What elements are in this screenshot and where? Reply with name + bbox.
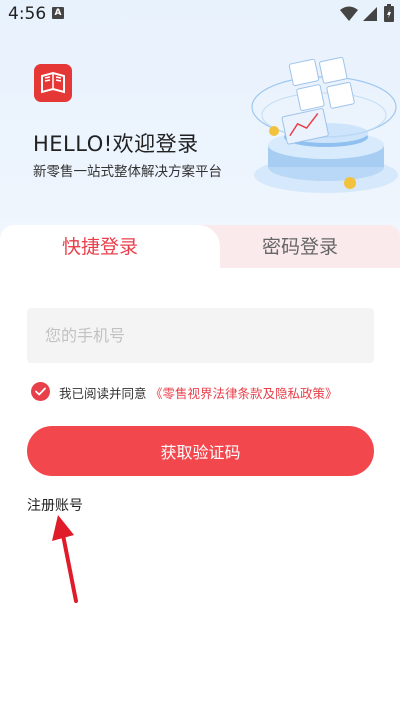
notification-icon: A bbox=[52, 7, 64, 19]
logo-icon bbox=[41, 71, 65, 94]
check-icon[interactable] bbox=[31, 382, 50, 401]
get-code-button[interactable]: 获取验证码 bbox=[27, 426, 374, 476]
app-logo bbox=[34, 64, 72, 102]
privacy-policy-link[interactable]: 《零售视界法律条款及隐私政策》 bbox=[150, 383, 338, 402]
signal-icon bbox=[363, 7, 377, 21]
page-subtitle: 新零售一站式整体解决方案平台 bbox=[33, 164, 222, 180]
phone-input[interactable] bbox=[27, 308, 374, 363]
status-time: 4:56 bbox=[8, 4, 47, 24]
tab-quick-login-label: 快捷登录 bbox=[61, 236, 138, 258]
tab-password-login-label: 密码登录 bbox=[261, 236, 338, 258]
agreement-text: 我已阅读并同意 bbox=[59, 386, 147, 401]
arrow-icon bbox=[52, 515, 78, 603]
hero-illustration bbox=[251, 56, 398, 193]
register-link[interactable]: 注册账号 bbox=[27, 495, 83, 515]
wifi-icon bbox=[340, 6, 358, 21]
status-bar: 4:56 A bbox=[0, 0, 400, 28]
battery-icon bbox=[384, 4, 394, 22]
page-title: HELLO!欢迎登录 bbox=[33, 132, 199, 156]
